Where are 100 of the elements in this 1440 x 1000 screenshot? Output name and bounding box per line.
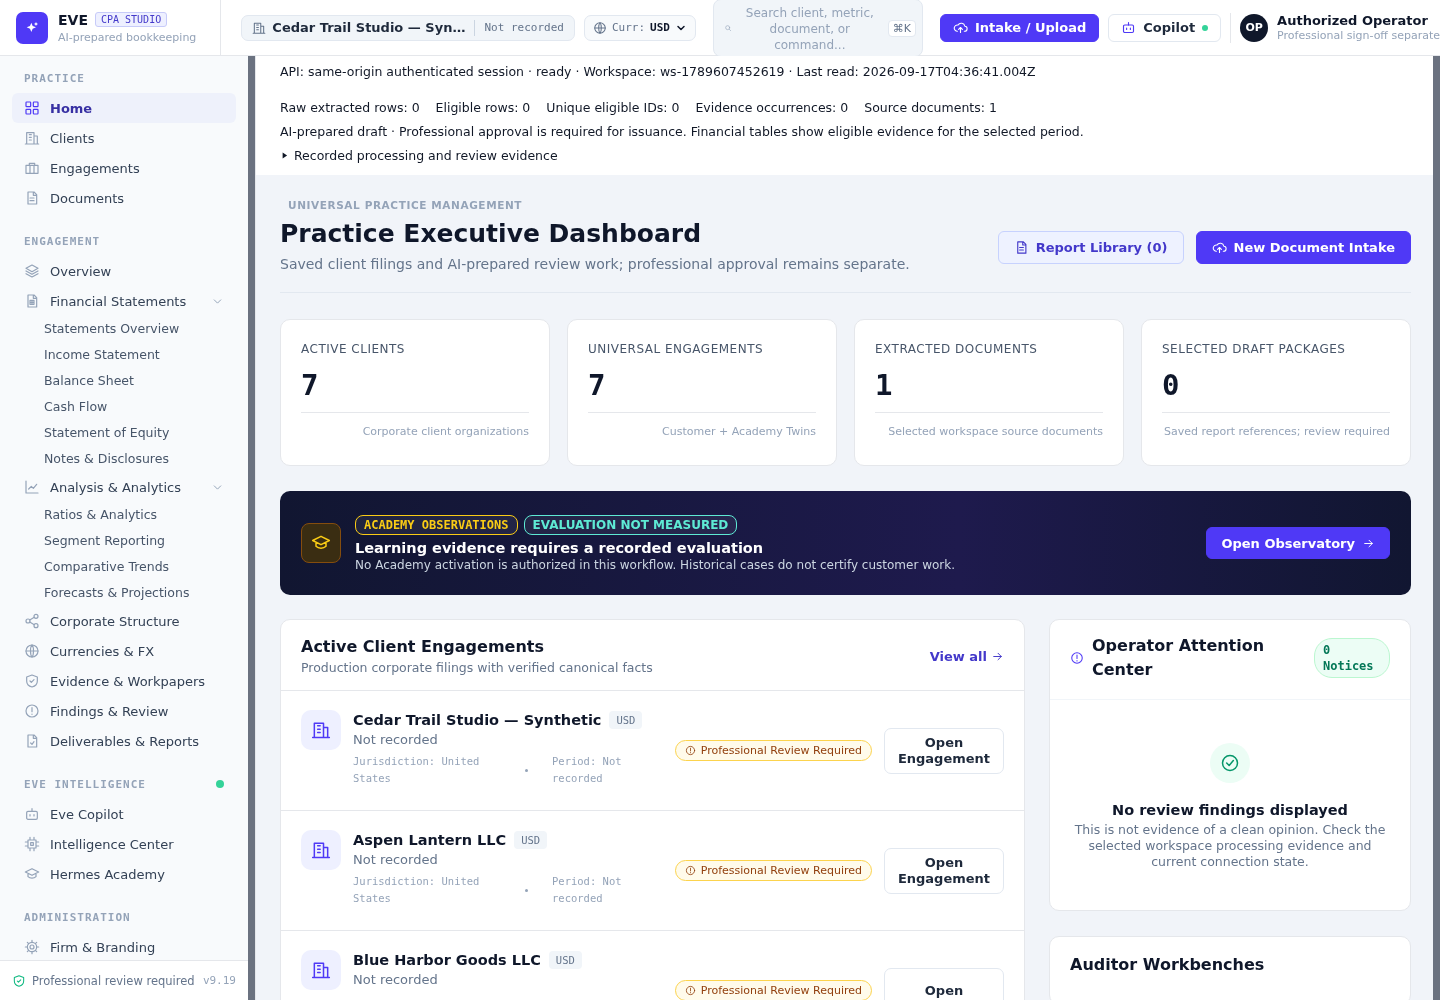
status-badge: ACADEMY OBSERVATIONS <box>355 514 518 535</box>
search-field[interactable]: Search client, metric, document, or command... ⌘K <box>712 0 923 57</box>
sidebar-item[interactable]: Corporate Structure <box>12 606 236 636</box>
sidebar-item[interactable]: Documents <box>12 183 236 213</box>
building-icon <box>301 950 341 990</box>
sidebar-item[interactable]: Overview <box>12 256 236 286</box>
period-text: Period: Not recorded <box>552 754 622 786</box>
metric-value: 1 <box>875 368 1103 413</box>
sidebar-subitem[interactable]: Income Statement <box>12 342 236 368</box>
status-badge: EVALUATION NOT MEASURED <box>523 514 738 535</box>
building-icon <box>301 710 341 750</box>
sidebar-item[interactable]: Firm & Branding <box>12 932 236 960</box>
alert-icon <box>684 865 696 876</box>
app-subtitle: AI-prepared bookkeeping <box>58 30 197 44</box>
metric-note: Saved report references; review required <box>1163 425 1390 438</box>
alert-icon <box>1070 651 1084 665</box>
api-status: API: same-origin authenticated session · ready · Workspace: ws-1789607452619 · Last read: 2026-09-17T04:36:41.004Z <box>280 64 1037 80</box>
client-selector[interactable]: Cedar Trail Studio — Syn… Not recorded <box>241 14 575 41</box>
sidebar-subitem[interactable]: Segment Reporting <box>12 528 236 554</box>
sidebar-item[interactable]: Engagements <box>12 153 236 183</box>
globe-icon <box>592 20 607 35</box>
page-subtitle: Saved client filings and AI-prepared review work; professional approval remains separate. <box>280 256 910 272</box>
intake-button[interactable]: New Document Intake <box>1195 231 1411 264</box>
sidebar-item[interactable]: Currencies & FX <box>12 636 236 666</box>
nav-icon <box>24 190 40 206</box>
disclosure-toggle[interactable]: Recorded processing and review evidence <box>280 148 558 163</box>
status-text: Not recorded <box>353 972 439 987</box>
sidebar-subitem[interactable]: Balance Sheet <box>12 368 236 394</box>
nav-icon <box>24 293 40 309</box>
stat-text: Eligible rows: 0 <box>435 100 531 116</box>
metric-value: 7 <box>301 368 529 413</box>
sidebar-subitem[interactable]: Forecasts & Projections <box>12 580 236 606</box>
nav-icon <box>24 733 40 749</box>
scrollbar[interactable] <box>248 56 255 1000</box>
avatar: OP <box>1240 13 1269 42</box>
stat-text: Source documents: 1 <box>864 100 997 116</box>
sidebar-subitem[interactable]: Statements Overview <box>12 316 236 342</box>
check-circle-icon <box>1210 743 1250 783</box>
page-title: Practice Executive Dashboard <box>280 219 703 248</box>
status-text: Not recorded <box>353 852 439 867</box>
user-role: Professional sign-off separate <box>1277 29 1440 42</box>
notice-count: 0 Notices <box>1314 638 1390 678</box>
sidebar-item[interactable]: Findings & Review <box>12 696 236 726</box>
currency-tag: USD <box>514 831 548 849</box>
shield-icon <box>12 973 26 988</box>
nav-icon <box>24 130 40 146</box>
metric-label: EXTRACTED DOCUMENTS <box>875 342 1039 356</box>
nav-icon <box>24 866 40 882</box>
building-icon <box>252 20 267 35</box>
page-eyebrow: UNIVERSAL PRACTICE MANAGEMENT <box>288 199 524 211</box>
sidebar-item[interactable]: Analysis & Analytics <box>12 472 236 502</box>
nav-icon <box>24 836 40 852</box>
sidebar-item[interactable]: Deliverables & Reports <box>12 726 236 756</box>
sidebar-item[interactable]: Financial Statements <box>12 286 236 316</box>
client-name: Aspen Lantern LLC <box>353 832 507 848</box>
status-text: Professional Review Required <box>700 744 862 757</box>
panel-title: Operator Attention Center <box>1092 635 1266 681</box>
review-status: Professional review required <box>32 973 196 988</box>
empty-text: This is not evidence of a clean opinion. Check the selected workspace processing evidence and current connection state. <box>1074 822 1386 870</box>
status-text: Professional Review Required <box>700 864 862 877</box>
client-name: Blue Harbor Goods LLC <box>353 952 541 968</box>
nav-icon <box>24 643 40 659</box>
currency-label: Curr: <box>611 21 646 34</box>
nav-icon <box>24 613 40 629</box>
jurisdiction-text: Jurisdiction: United States <box>353 754 481 786</box>
nav-icon <box>24 673 40 689</box>
observatory-button[interactable]: Open Observatory <box>1206 527 1390 559</box>
logo-icon <box>16 11 48 44</box>
sidebar-subitem[interactable]: Comparative Trends <box>12 554 236 580</box>
currency-value: USD <box>650 21 670 34</box>
open-engagement-button[interactable]: Open <box>884 967 1004 1000</box>
sidebar-item[interactable]: Eve Copilot <box>12 799 236 829</box>
scrollbar[interactable] <box>1433 56 1440 1000</box>
sidebar-item[interactable]: Home <box>12 93 236 123</box>
report-library-button[interactable]: Report Library (0) <box>997 231 1184 264</box>
alert-icon <box>684 985 696 996</box>
building-icon <box>301 830 341 870</box>
sidebar-subitem[interactable]: Notes & Disclosures <box>12 446 236 472</box>
sidebar-item[interactable]: Hermes Academy <box>12 859 236 889</box>
currency-selector[interactable]: Curr: USD <box>583 14 696 41</box>
metric-note: Selected workspace source documents <box>887 425 1103 438</box>
open-engagement-button[interactable]: Open Engagement <box>884 727 1004 774</box>
copilot-button[interactable]: Copilot <box>1108 13 1222 42</box>
status-text: Not recorded <box>353 732 439 747</box>
sidebar-subitem[interactable]: Statement of Equity <box>12 420 236 446</box>
upload-button[interactable]: Intake / Upload <box>939 13 1100 42</box>
stat-text: Unique eligible IDs: 0 <box>546 100 680 116</box>
period-label: Not recorded <box>484 21 564 34</box>
sidebar-item[interactable]: Clients <box>12 123 236 153</box>
open-engagement-button[interactable]: Open Engagement <box>884 847 1004 894</box>
view-all-link[interactable]: View all <box>929 648 1004 664</box>
sidebar-item[interactable]: Intelligence Center <box>12 829 236 859</box>
sidebar-subitem[interactable]: Ratios & Analytics <box>12 502 236 528</box>
banner-text: No Academy activation is authorized in this workflow. Historical cases do not certify customer work. <box>355 557 957 572</box>
sidebar-item[interactable]: Evidence & Workpapers <box>12 666 236 696</box>
sidebar-subitem[interactable]: Cash Flow <box>12 394 236 420</box>
alert-icon <box>684 745 696 756</box>
empty-title: No review findings displayed <box>1112 802 1348 818</box>
period-text: Period: Not recorded <box>552 874 622 906</box>
status-text: Professional Review Required <box>700 984 862 997</box>
